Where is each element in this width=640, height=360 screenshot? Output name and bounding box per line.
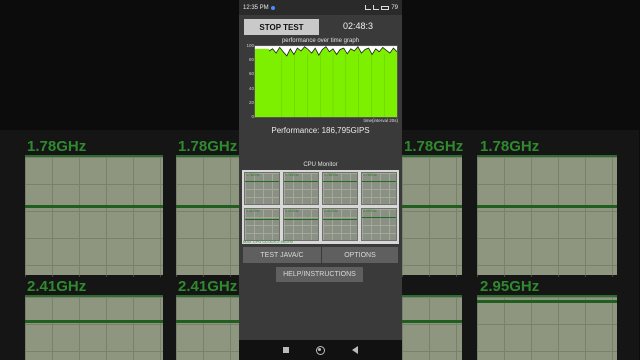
- cpu-core-frequency: 2.41GHz: [246, 209, 260, 213]
- battery-level: 79: [391, 4, 398, 11]
- navigation-bar: [239, 340, 402, 360]
- graph-title: performance over time graph: [281, 38, 360, 44]
- cpu-core-trace: [245, 181, 279, 183]
- test-java-button[interactable]: TEST JAVA/C: [243, 247, 321, 263]
- options-button[interactable]: OPTIONS: [322, 247, 398, 263]
- bg-freq-label: 1.78GHz: [178, 138, 238, 155]
- cpu-core-frequency: 2.41GHz: [324, 209, 338, 213]
- bg-cpu-panel: [176, 295, 239, 360]
- bg-cpu-panel: [25, 155, 163, 277]
- cpu-core-trace: [323, 181, 357, 183]
- elapsed-timer: 02:48:3: [343, 21, 374, 31]
- bg-freq-label: 1.78GHz: [27, 138, 87, 155]
- bg-trace: [176, 320, 239, 323]
- performance-result: Performance: 186,795GIPS: [271, 126, 370, 135]
- back-icon[interactable]: [352, 346, 359, 354]
- cpu-core-trace: [284, 218, 318, 220]
- cpu-core-cell: 2.41GHz: [283, 208, 319, 241]
- bg-cpu-panel: [402, 155, 462, 277]
- cpu-core-cell: 1.78GHz: [361, 172, 397, 205]
- cpu-core-frequency: 1.78GHz: [363, 173, 377, 177]
- cpu-core-cell: 2.41GHz: [244, 208, 280, 241]
- performance-graph: [254, 45, 398, 118]
- graph-x-label: time(interval 20s): [363, 118, 398, 123]
- bg-cpu-panel: [176, 155, 239, 277]
- wifi-icon: [373, 5, 380, 10]
- cpu-core-trace: [284, 181, 318, 183]
- phone-screen: 12:35 PM 79 STOP TEST 02:48:3 performanc…: [239, 0, 402, 360]
- notification-icon: [270, 5, 275, 10]
- status-bar: 12:35 PM 79: [239, 0, 402, 15]
- cpu-core-cell: 1.78GHz: [283, 172, 319, 205]
- max-cpu-clock: MAX CPU CLOCK:2.96GHz: [243, 239, 294, 244]
- cpu-core-trace: [362, 181, 396, 183]
- bg-cpu-panel: [25, 295, 163, 360]
- performance-graph-plot: [255, 46, 397, 117]
- cpu-core-trace: [323, 218, 357, 220]
- cpu-core-cell: 1.78GHz: [244, 172, 280, 205]
- bg-cpu-panel: [402, 295, 462, 360]
- help-instructions-button[interactable]: HELP/INSTRUCTIONS: [276, 267, 363, 282]
- cpu-monitor-grid: 1.78GHz 1.78GHz 1.78GHz 1.78GHz 2.41GHz 2.41G…: [242, 170, 399, 244]
- battery-icon: [381, 5, 390, 10]
- performance-area-start: [255, 48, 269, 117]
- stop-test-button[interactable]: STOP TEST: [244, 19, 319, 35]
- bg-freq-label: 1.78GHz: [404, 138, 464, 155]
- cpu-core-cell: 2.95GHz: [361, 208, 397, 241]
- bg-trace: [477, 300, 617, 303]
- recents-icon[interactable]: [282, 347, 289, 353]
- cpu-core-frequency: 2.41GHz: [285, 209, 299, 213]
- bg-cpu-panel: [477, 295, 617, 360]
- bg-freq-label: 2.95GHz: [480, 278, 540, 295]
- bg-trace: [25, 320, 163, 323]
- status-time: 12:35 PM: [243, 4, 269, 11]
- bg-freq-label: 1.78GHz: [480, 138, 540, 155]
- y-tick-label: 100: [246, 43, 254, 48]
- cpu-core-cell: 2.41GHz: [322, 208, 358, 241]
- signal-icon: [365, 5, 372, 10]
- bg-freq-label: 2.41GHz: [178, 278, 238, 295]
- cpu-monitor-title: CPU Monitor: [303, 162, 338, 168]
- cpu-core-frequency: 2.95GHz: [363, 209, 377, 213]
- bg-trace: [25, 205, 163, 208]
- control-bar: STOP TEST 02:48:3: [239, 18, 402, 36]
- bg-trace: [402, 320, 462, 323]
- bg-cpu-panel: [477, 155, 617, 277]
- bg-trace: [402, 205, 462, 208]
- cpu-core-frequency: 1.78GHz: [324, 173, 338, 177]
- cpu-core-trace: [245, 218, 279, 220]
- bg-trace: [176, 205, 239, 208]
- graph-y-axis: 100 80 60 40 20 0: [240, 43, 254, 119]
- bg-trace: [477, 205, 617, 208]
- bg-freq-label: 2.41GHz: [27, 278, 87, 295]
- cpu-core-frequency: 1.78GHz: [285, 173, 299, 177]
- home-icon[interactable]: [315, 345, 325, 355]
- cpu-core-trace: [362, 217, 396, 219]
- cpu-core-cell: 1.78GHz: [322, 172, 358, 205]
- cpu-core-frequency: 1.78GHz: [246, 173, 260, 177]
